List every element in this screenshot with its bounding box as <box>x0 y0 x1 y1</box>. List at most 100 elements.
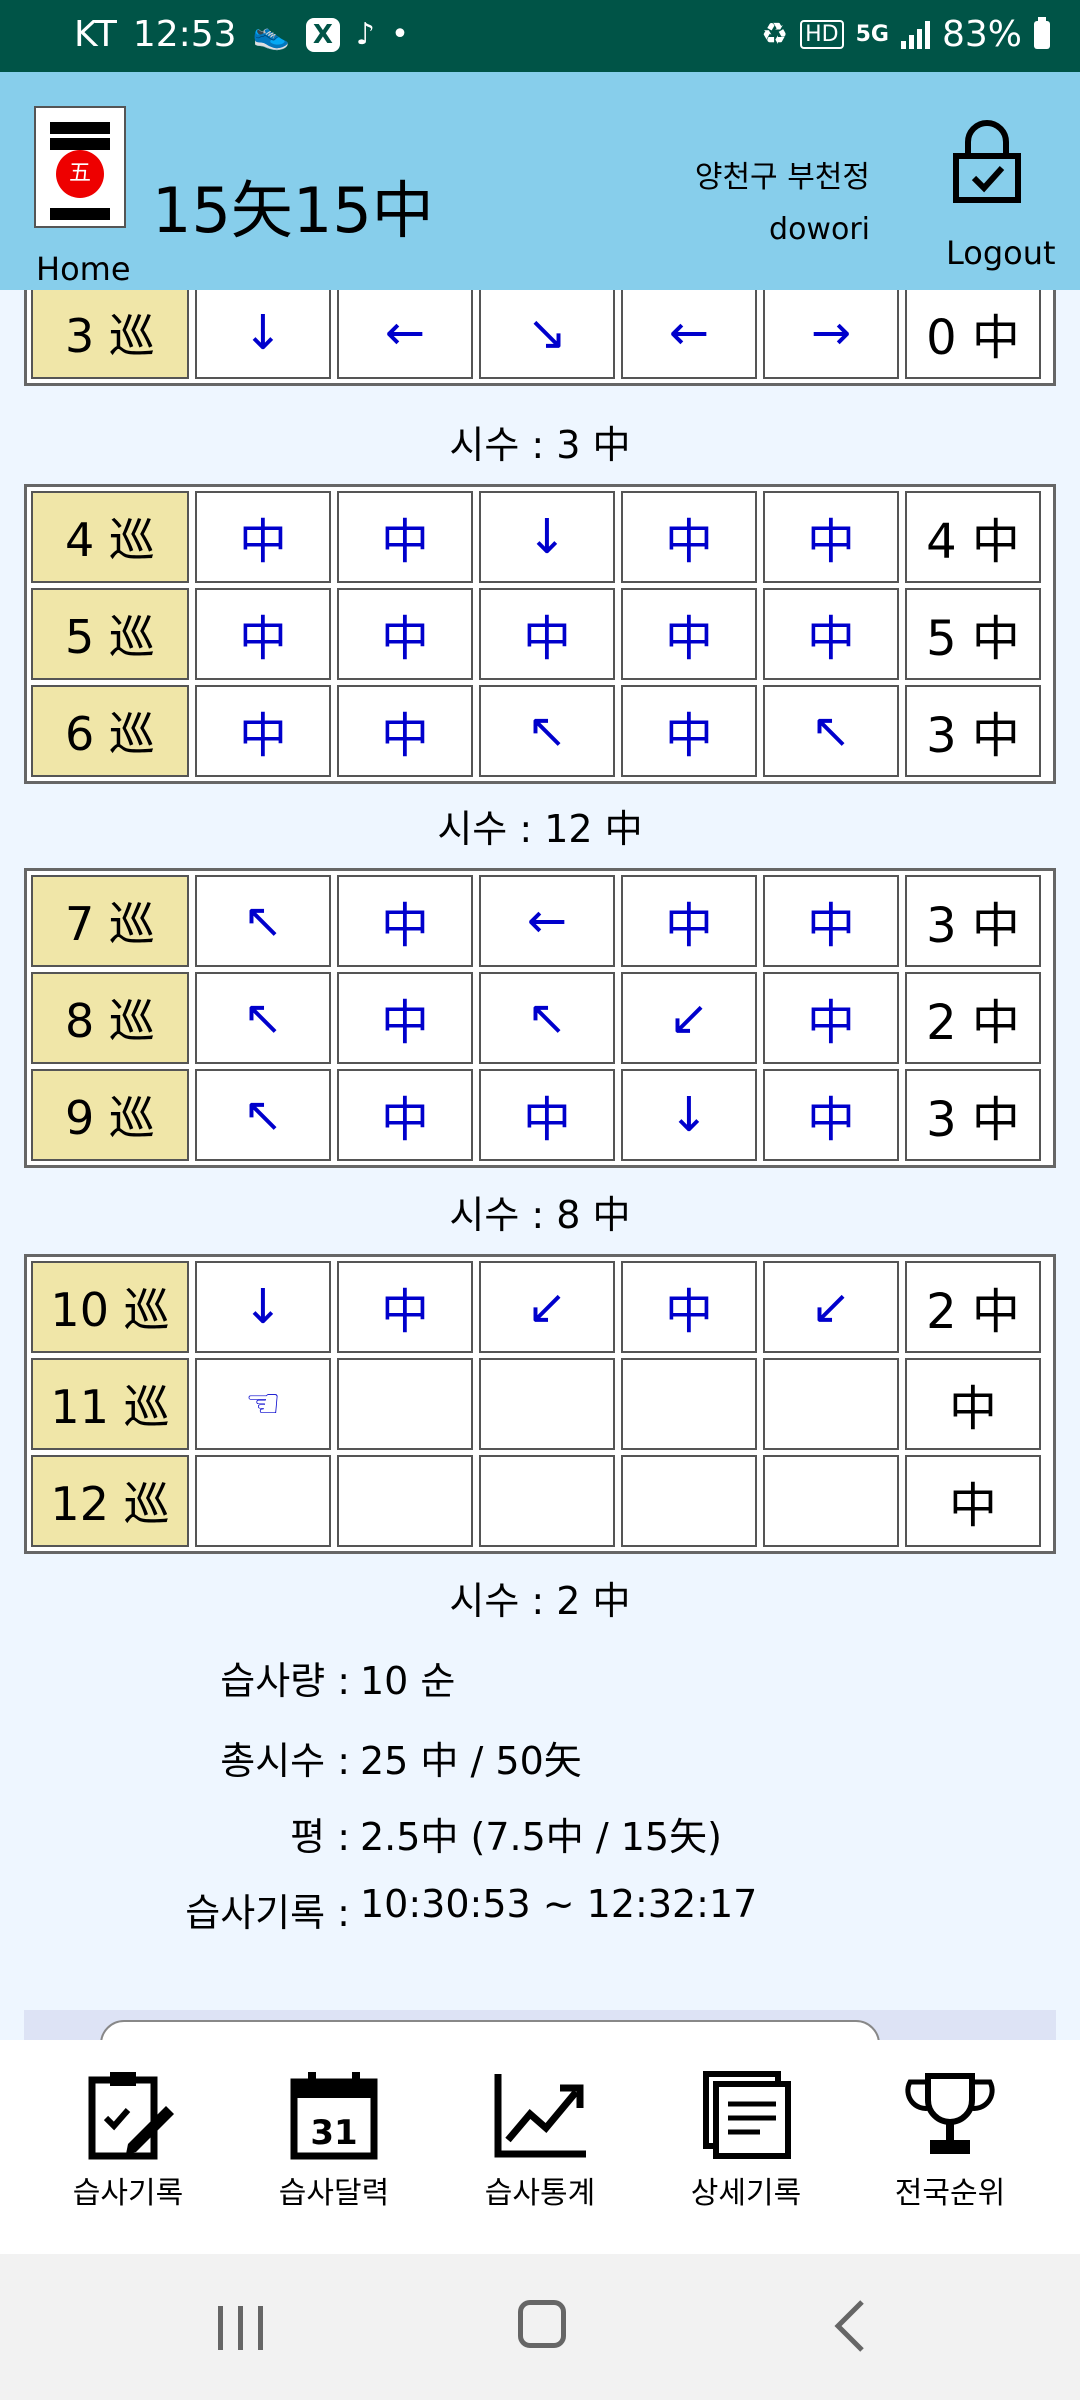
shot-cell[interactable]: ↖ <box>195 1069 331 1161</box>
shot-cell[interactable]: ↖ <box>479 972 615 1064</box>
shot-cell[interactable]: 中 <box>337 875 473 967</box>
shot-cell[interactable] <box>195 1455 331 1547</box>
lock-icon[interactable] <box>952 120 1022 204</box>
shot-cell[interactable]: ← <box>621 290 757 379</box>
summary-value: 2.5中 (7.5中 / 15矢) <box>360 1815 722 1859</box>
score-block-1: 3 巡 ↓ ← ↘ ← → 0 中 <box>24 290 1056 386</box>
shot-cell[interactable]: 中 <box>763 1069 899 1161</box>
round-score: 5 中 <box>905 588 1041 680</box>
notification-dot-icon: • <box>391 17 409 52</box>
nav-practice-stats[interactable]: 습사통계 <box>440 2070 640 2212</box>
shot-cell[interactable] <box>621 1455 757 1547</box>
recent-apps-icon[interactable] <box>218 2306 264 2350</box>
shot-cell[interactable]: ↓ <box>195 290 331 379</box>
x-app-icon: X <box>305 17 340 52</box>
round-row: 12 巡 中 <box>31 1455 1049 1547</box>
shot-cell[interactable]: ↖ <box>195 875 331 967</box>
user-id: dowori <box>769 212 870 247</box>
round-label: 6 巡 <box>31 685 189 777</box>
shot-cell[interactable]: ↙ <box>621 972 757 1064</box>
score-content: 3 巡 ↓ ← ↘ ← → 0 中 시수 : 3 中 4 巡 中 中 ↓ 中 中… <box>0 290 1080 2040</box>
shot-cell[interactable]: ↖ <box>479 685 615 777</box>
shot-cell[interactable]: 中 <box>763 875 899 967</box>
shot-cell[interactable]: 中 <box>763 491 899 583</box>
status-bar: KT 12:53 👟 X ♪ • ♻ HD 5G 83% <box>0 0 1080 72</box>
page-title: 15矢15中 <box>152 174 434 247</box>
shot-cell[interactable]: 中 <box>337 972 473 1064</box>
summary-label: 습사량 : <box>220 1659 350 1703</box>
calendar-icon: 31 <box>290 2072 378 2160</box>
summary-value: 10:30:53 ~ 12:32:17 <box>360 1882 758 1926</box>
shot-cell[interactable]: ← <box>479 875 615 967</box>
shot-cell[interactable]: 中 <box>621 685 757 777</box>
nav-national-ranking[interactable]: 전국순위 <box>850 2070 1050 2212</box>
shot-cell[interactable]: ← <box>337 290 473 379</box>
home-logo-button[interactable]: 五 <box>34 106 126 228</box>
running-shoe-icon: 👟 <box>252 17 290 52</box>
shot-cell[interactable] <box>479 1358 615 1450</box>
home-label[interactable]: Home <box>36 250 131 288</box>
shot-cell[interactable] <box>337 1455 473 1547</box>
shot-cell[interactable]: 中 <box>621 1261 757 1353</box>
logout-button[interactable]: Logout <box>946 234 1056 272</box>
shot-cell[interactable]: 中 <box>621 588 757 680</box>
shot-cell[interactable]: 中 <box>479 1069 615 1161</box>
shot-cell[interactable]: 中 <box>337 1069 473 1161</box>
round-score: 2 中 <box>905 1261 1041 1353</box>
shot-cell[interactable]: 中 <box>337 588 473 680</box>
current-shot-pointer-icon[interactable]: ☜ <box>195 1358 331 1450</box>
home-icon[interactable] <box>518 2300 566 2348</box>
round-score: 3 中 <box>905 1069 1041 1161</box>
nav-practice-record[interactable]: 습사기록 <box>28 2070 228 2212</box>
shot-cell[interactable]: → <box>763 290 899 379</box>
nav-detail-record[interactable]: 상세기록 <box>646 2070 846 2212</box>
shot-cell[interactable]: 中 <box>195 588 331 680</box>
logo-second-bar <box>50 138 110 150</box>
round-label: 8 巡 <box>31 972 189 1064</box>
shot-cell[interactable]: 中 <box>621 875 757 967</box>
shot-cell[interactable]: ↓ <box>621 1069 757 1161</box>
shot-cell[interactable]: 中 <box>195 685 331 777</box>
shot-cell[interactable]: ↘ <box>479 290 615 379</box>
block-subtotal: 시수 : 8 中 <box>449 1193 631 1237</box>
shot-cell[interactable] <box>763 1455 899 1547</box>
round-score: 中 <box>905 1358 1041 1450</box>
nav-practice-calendar[interactable]: 31 습사달력 <box>234 2070 434 2212</box>
block-subtotal: 시수 : 2 中 <box>449 1579 631 1623</box>
block-subtotal: 시수 : 12 中 <box>437 807 643 851</box>
app-header: 五 Home 15矢15中 양천구 부천정 dowori Logout <box>0 72 1080 290</box>
network-type-icon: 5G <box>855 22 889 47</box>
shot-cell[interactable]: 中 <box>763 588 899 680</box>
shot-cell[interactable]: ↖ <box>763 685 899 777</box>
shot-cell[interactable]: 中 <box>763 972 899 1064</box>
score-block-3: 7 巡 ↖ 中 ← 中 中 3 中 8 巡 ↖ 中 ↖ ↙ 中 2 中 9 巡 … <box>24 868 1056 1168</box>
shot-cell[interactable]: ↙ <box>763 1261 899 1353</box>
shot-cell[interactable]: 中 <box>337 491 473 583</box>
shot-cell[interactable] <box>479 1455 615 1547</box>
shot-cell[interactable]: ↙ <box>479 1261 615 1353</box>
shot-cell[interactable]: ↖ <box>195 972 331 1064</box>
round-label: 7 巡 <box>31 875 189 967</box>
nav-label: 습사통계 <box>484 2176 596 2211</box>
shot-cell[interactable]: 中 <box>337 685 473 777</box>
shot-cell[interactable]: 中 <box>621 491 757 583</box>
back-icon[interactable] <box>830 2298 870 2354</box>
shot-cell[interactable]: 中 <box>479 588 615 680</box>
shot-cell[interactable] <box>763 1358 899 1450</box>
round-row: 5 巡 中 中 中 中 中 5 中 <box>31 588 1049 680</box>
hd-voice-icon: HD <box>800 20 844 49</box>
trend-chart-icon <box>494 2074 586 2158</box>
shot-cell[interactable]: 中 <box>337 1261 473 1353</box>
block-subtotal: 시수 : 3 中 <box>449 423 631 467</box>
round-row: 6 巡 中 中 ↖ 中 ↖ 3 中 <box>31 685 1049 777</box>
shot-cell[interactable] <box>621 1358 757 1450</box>
round-score: 3 中 <box>905 875 1041 967</box>
round-row: 9 巡 ↖ 中 中 ↓ 中 3 中 <box>31 1069 1049 1161</box>
shot-cell[interactable]: ↓ <box>479 491 615 583</box>
round-score: 3 中 <box>905 685 1041 777</box>
shot-cell[interactable]: ↓ <box>195 1261 331 1353</box>
shot-cell[interactable] <box>337 1358 473 1450</box>
round-score: 4 中 <box>905 491 1041 583</box>
shot-cell[interactable]: 中 <box>195 491 331 583</box>
round-row: 10 巡 ↓ 中 ↙ 中 ↙ 2 中 <box>31 1261 1049 1353</box>
